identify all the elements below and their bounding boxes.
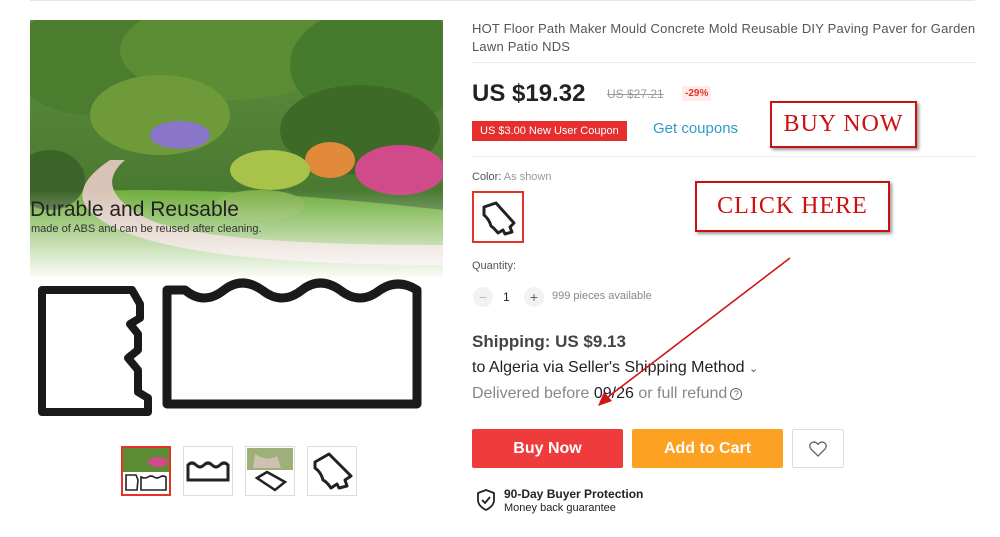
thumbnail-3[interactable]	[245, 446, 295, 496]
heart-icon	[809, 440, 827, 457]
original-price: US $27.21	[607, 87, 664, 101]
buyer-protection-title: 90-Day Buyer Protection	[504, 487, 644, 501]
stock-available: 999 pieces available	[552, 290, 652, 302]
quantity-value[interactable]: 1	[503, 290, 510, 304]
delivery-date: 09/26	[593, 385, 634, 402]
product-title: HOT Floor Path Maker Mould Concrete Mold…	[472, 21, 976, 54]
thumbnail-strip	[121, 446, 357, 496]
shield-check-icon	[477, 489, 495, 511]
quantity-decrease-button[interactable]: −	[473, 287, 493, 307]
color-value: As shown	[503, 171, 552, 183]
divider	[472, 62, 977, 63]
thumb-mold-angle-image	[313, 452, 353, 490]
discount-badge: -29%	[682, 86, 712, 101]
divider	[472, 156, 977, 157]
get-coupons-link[interactable]: Get coupons	[653, 120, 738, 137]
thumbnail-2[interactable]	[183, 446, 233, 496]
thumb-path-image	[247, 448, 293, 492]
shipping-method-text: to Algeria via Seller's Shipping Method	[472, 359, 745, 376]
add-to-cart-button[interactable]: Add to Cart	[632, 429, 783, 468]
image-caption: made of ABS and can be reused after clea…	[31, 223, 262, 235]
question-circle-icon[interactable]: ?	[730, 388, 743, 400]
delivery-estimate: Delivered before 09/26 or full refund?	[472, 385, 743, 403]
wishlist-button[interactable]	[792, 429, 844, 468]
image-headline: Durable and Reusable	[30, 198, 239, 221]
thumb-garden-image	[123, 448, 169, 494]
coupon-badge: US $3.00 New User Coupon	[472, 121, 627, 141]
buy-now-button[interactable]: Buy Now	[472, 429, 623, 468]
shipping-price: Shipping: US $9.13	[472, 332, 626, 351]
color-swatch[interactable]	[472, 191, 524, 243]
swatch-mold-image	[482, 201, 516, 236]
buy-now-callout: BUY NOW	[770, 101, 917, 148]
click-here-callout: CLICK HERE	[695, 181, 890, 232]
buyer-protection-subtitle: Money back guarantee	[504, 502, 616, 514]
thumb-mold-image	[186, 461, 230, 482]
chevron-down-icon: ⌄	[749, 363, 759, 375]
quantity-increase-button[interactable]: +	[524, 287, 544, 307]
thumbnail-1[interactable]	[121, 446, 171, 496]
shipping-method-selector[interactable]: to Algeria via Seller's Shipping Method …	[472, 359, 758, 377]
quantity-label: Quantity:	[472, 260, 517, 272]
current-price: US $19.32	[472, 80, 586, 107]
color-label: Color: As shown	[472, 171, 552, 183]
thumbnail-4[interactable]	[307, 446, 357, 496]
top-divider	[30, 0, 975, 1]
